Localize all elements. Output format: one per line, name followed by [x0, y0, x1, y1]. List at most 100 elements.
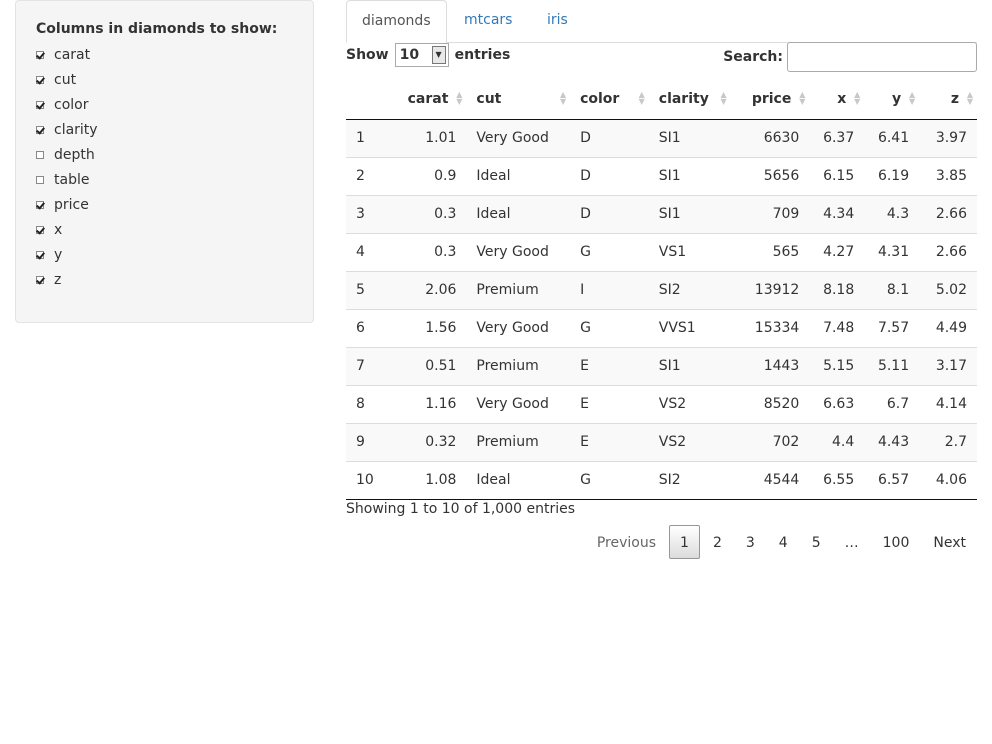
checkbox-item-table[interactable]: table — [36, 170, 89, 190]
column-header-price[interactable]: price ▲ ▼ — [730, 79, 810, 120]
checkbox-item-depth[interactable]: depth — [36, 145, 95, 165]
table-cell: 13912 — [730, 270, 810, 309]
column-header-color[interactable]: color ▲ ▼ — [570, 79, 649, 120]
table-cell: 6.57 — [864, 460, 920, 500]
table-row[interactable]: 5 2.06 Premium I SI2 13912 8.18 8.1 5.02 — [346, 270, 977, 309]
column-header-carat[interactable]: carat ▲ ▼ — [397, 79, 467, 120]
sort-icon: ▲ ▼ — [966, 90, 973, 106]
tab-iris[interactable]: iris — [532, 0, 583, 41]
table-cell: 4.06 — [919, 460, 977, 500]
table-cell: 5.11 — [864, 346, 920, 385]
table-row[interactable]: 10 1.08 Ideal G SI2 4544 6.55 6.57 4.06 — [346, 460, 977, 500]
checkbox-cut[interactable] — [36, 76, 44, 84]
tab-diamonds[interactable]: diamonds — [346, 0, 447, 43]
checkbox-item-clarity[interactable]: clarity — [36, 120, 98, 140]
column-header-y[interactable]: y ▲ ▼ — [864, 79, 920, 120]
next-button[interactable]: Next — [922, 525, 977, 559]
checkbox-label: depth — [54, 147, 95, 163]
chevron-down-icon[interactable]: ▼ — [431, 46, 446, 64]
entries-select-value: 10 — [399, 47, 420, 63]
table-cell: D — [570, 156, 649, 195]
table-row[interactable]: 2 0.9 Ideal D SI1 5656 6.15 6.19 3.85 — [346, 156, 977, 195]
length-menu: Show 10 ▼ entries — [346, 43, 510, 67]
checkbox-item-carat[interactable]: carat — [36, 45, 90, 65]
table-cell: VS2 — [648, 384, 731, 423]
table-row[interactable]: 3 0.3 Ideal D SI1 709 4.34 4.3 2.66 — [346, 194, 977, 233]
column-header-label: clarity — [658, 90, 709, 107]
sidebar-title: Columns in diamonds to show: — [36, 21, 278, 37]
search-input[interactable] — [787, 42, 977, 72]
search-box: Search: — [723, 42, 977, 72]
table-row[interactable]: 8 1.16 Very Good E VS2 8520 6.63 6.7 4.14 — [346, 384, 977, 423]
checkbox-x[interactable] — [36, 226, 44, 234]
table-cell: 2.66 — [919, 194, 977, 233]
table-cell: 6.19 — [864, 156, 920, 195]
checkbox-z[interactable] — [36, 276, 44, 284]
table-cell: 4.14 — [919, 384, 977, 423]
table-cell: SI2 — [648, 460, 731, 500]
table-cell: 1443 — [730, 346, 810, 385]
column-header-cut[interactable]: cut ▲ ▼ — [466, 79, 571, 120]
previous-button[interactable]: Previous — [586, 525, 667, 559]
table-cell: VVS1 — [648, 308, 731, 347]
checkbox-item-price[interactable]: price — [36, 195, 89, 215]
page-button-3[interactable]: 3 — [735, 525, 766, 559]
table-cell: 4.49 — [919, 308, 977, 347]
table-row[interactable]: 6 1.56 Very Good G VVS1 15334 7.48 7.57 4.49 — [346, 308, 977, 347]
column-header-label: carat — [407, 90, 449, 107]
column-header-label: x — [837, 90, 847, 107]
checkbox-table[interactable] — [36, 176, 44, 184]
page-button-4[interactable]: 4 — [768, 525, 799, 559]
page-button-1[interactable]: 1 — [669, 525, 700, 559]
table-cell: 702 — [730, 422, 810, 461]
table-cell: 6 — [346, 308, 398, 347]
entries-select[interactable]: 10 ▼ — [394, 43, 449, 67]
checkbox-clarity[interactable] — [36, 126, 44, 134]
table-row[interactable]: 1 1.01 Very Good D SI1 6630 6.37 6.41 3.97 — [346, 119, 977, 157]
table-cell: 1.16 — [397, 384, 467, 423]
checkbox-item-color[interactable]: color — [36, 95, 88, 115]
sort-icon: ▲ ▼ — [720, 90, 727, 106]
table-cell: Premium — [466, 270, 571, 309]
table-cell: 6.37 — [809, 119, 865, 157]
column-header-clarity[interactable]: clarity ▲ ▼ — [648, 79, 731, 120]
table-cell: Very Good — [466, 119, 571, 157]
table-cell: 2.06 — [397, 270, 467, 309]
table-cell: G — [570, 308, 649, 347]
checkbox-label: carat — [54, 47, 91, 63]
checkbox-color[interactable] — [36, 101, 44, 109]
page-button-100[interactable]: 100 — [872, 525, 921, 559]
checkbox-item-y[interactable]: y — [36, 245, 62, 265]
checkbox-price[interactable] — [36, 201, 44, 209]
checkbox-carat[interactable] — [36, 51, 44, 59]
table-cell: Ideal — [466, 460, 571, 500]
checkbox-item-cut[interactable]: cut — [36, 70, 76, 90]
page-button-5[interactable]: 5 — [801, 525, 832, 559]
table-cell: 1.56 — [397, 308, 467, 347]
table-row[interactable]: 9 0.32 Premium E VS2 702 4.4 4.43 2.7 — [346, 422, 977, 461]
column-header-label: color — [580, 90, 620, 107]
column-header-label: cut — [476, 90, 502, 107]
table-row[interactable]: 7 0.51 Premium E SI1 1443 5.15 5.11 3.17 — [346, 346, 977, 385]
table-row[interactable]: 4 0.3 Very Good G VS1 565 4.27 4.31 2.66 — [346, 232, 977, 271]
table-cell: SI1 — [648, 156, 731, 195]
table-cell: 6630 — [730, 119, 810, 157]
table-cell: 0.32 — [397, 422, 467, 461]
table-cell: 0.51 — [397, 346, 467, 385]
checkbox-label: cut — [54, 72, 77, 88]
table-cell: 10 — [346, 460, 398, 500]
column-header-x[interactable]: x ▲ ▼ — [809, 79, 865, 120]
table-cell: 7.48 — [809, 308, 865, 347]
checkbox-depth[interactable] — [36, 151, 44, 159]
table-cell: 709 — [730, 194, 810, 233]
sort-icon: ▲ ▼ — [559, 90, 567, 106]
table-cell: 9 — [346, 422, 398, 461]
checkbox-y[interactable] — [36, 251, 44, 259]
tab-mtcars[interactable]: mtcars — [449, 0, 527, 41]
checkbox-item-x[interactable]: x — [36, 220, 62, 240]
column-header-z[interactable]: z ▲ ▼ — [919, 79, 977, 120]
table-cell: I — [570, 270, 649, 309]
checkbox-item-z[interactable]: z — [36, 270, 61, 290]
page-button-2[interactable]: 2 — [702, 525, 733, 559]
table-cell: 4544 — [730, 460, 810, 500]
